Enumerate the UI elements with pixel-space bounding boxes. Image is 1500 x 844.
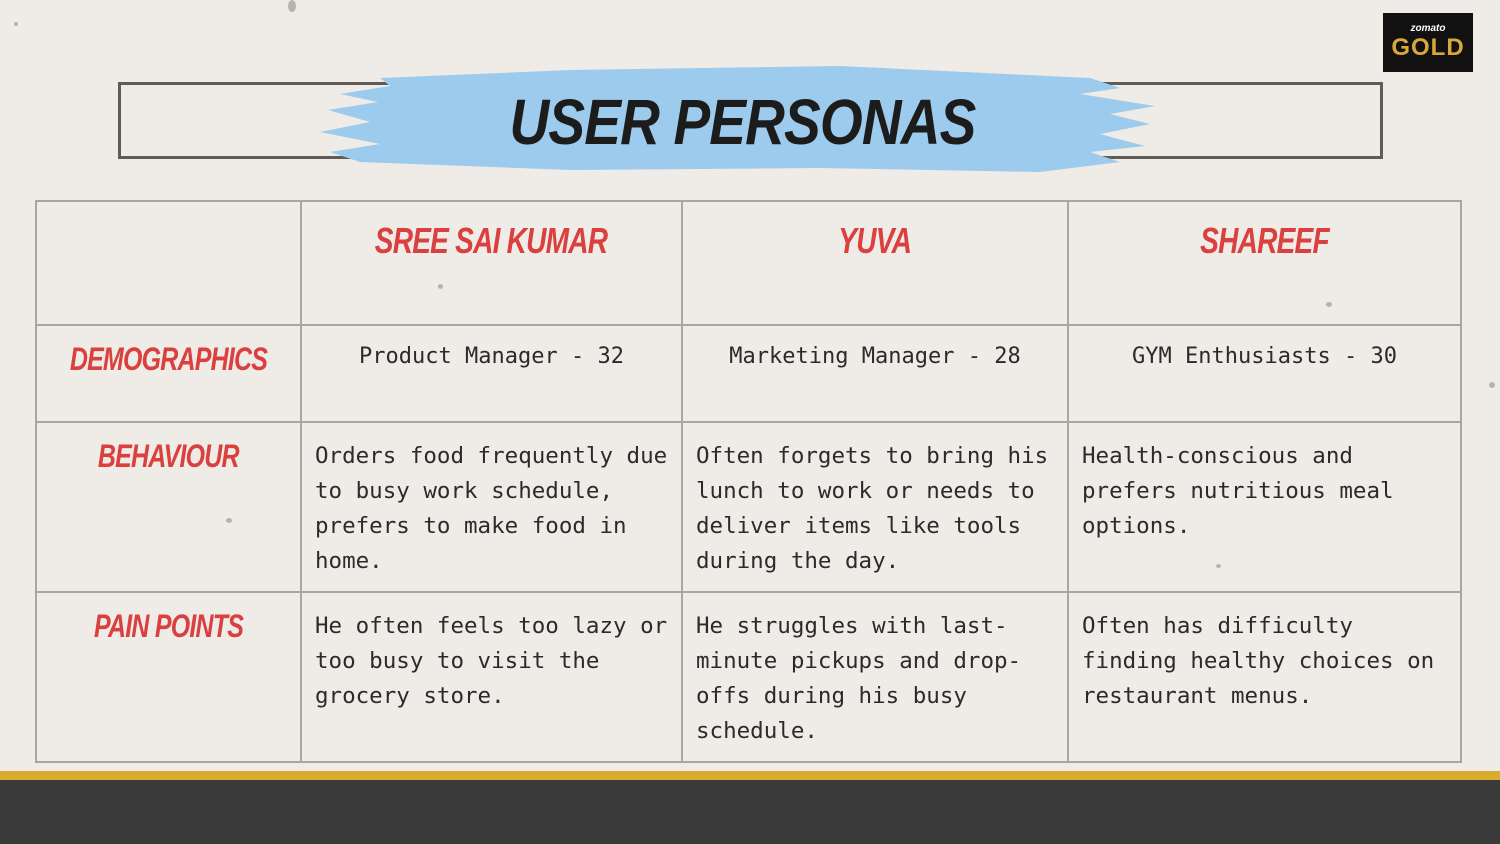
table-cell: Product Manager - 32 [300,324,683,423]
table-cell: Often has difficulty finding healthy cho… [1067,591,1462,763]
paper-speck [1489,382,1495,388]
personas-table: SREE SAI KUMAR YUVA SHAREEF DEMOGRAPHICS… [35,200,1462,763]
paper-speck [288,0,296,12]
table-row: PAIN POINTS He often feels too lazy or t… [35,591,1462,763]
table-cell: Marketing Manager - 28 [681,324,1069,423]
logo-wordmark-big: GOLD [1391,34,1465,61]
table-cell: He struggles with last-minute pickups an… [681,591,1069,763]
table-cell: Health-conscious and prefers nutritious … [1067,421,1462,593]
table-cell: He often feels too lazy or too busy to v… [300,591,683,763]
gold-divider [0,771,1500,780]
table-row: BEHAVIOUR Orders food frequently due to … [35,421,1462,593]
row-label: BEHAVIOUR [35,421,302,593]
persona-name-header: SHAREEF [1067,200,1462,326]
row-label: PAIN POINTS [35,591,302,763]
persona-name-header: YUVA [681,200,1069,326]
table-cell: Often forgets to bring his lunch to work… [681,421,1069,593]
table-row: DEMOGRAPHICS Product Manager - 32 Market… [35,324,1462,423]
table-cell: GYM Enthusiasts - 30 [1067,324,1462,423]
table-corner-cell [35,200,302,326]
row-label: DEMOGRAPHICS [35,324,302,423]
footer-band [0,780,1500,844]
zomato-gold-logo: zomato GOLD [1383,13,1473,72]
paper-speck [14,22,18,26]
table-cell: Orders food frequently due to busy work … [300,421,683,593]
persona-name-header: SREE SAI KUMAR [300,200,683,326]
page-title: USER PERSONAS [509,86,977,158]
table-header-row: SREE SAI KUMAR YUVA SHAREEF [35,200,1462,326]
